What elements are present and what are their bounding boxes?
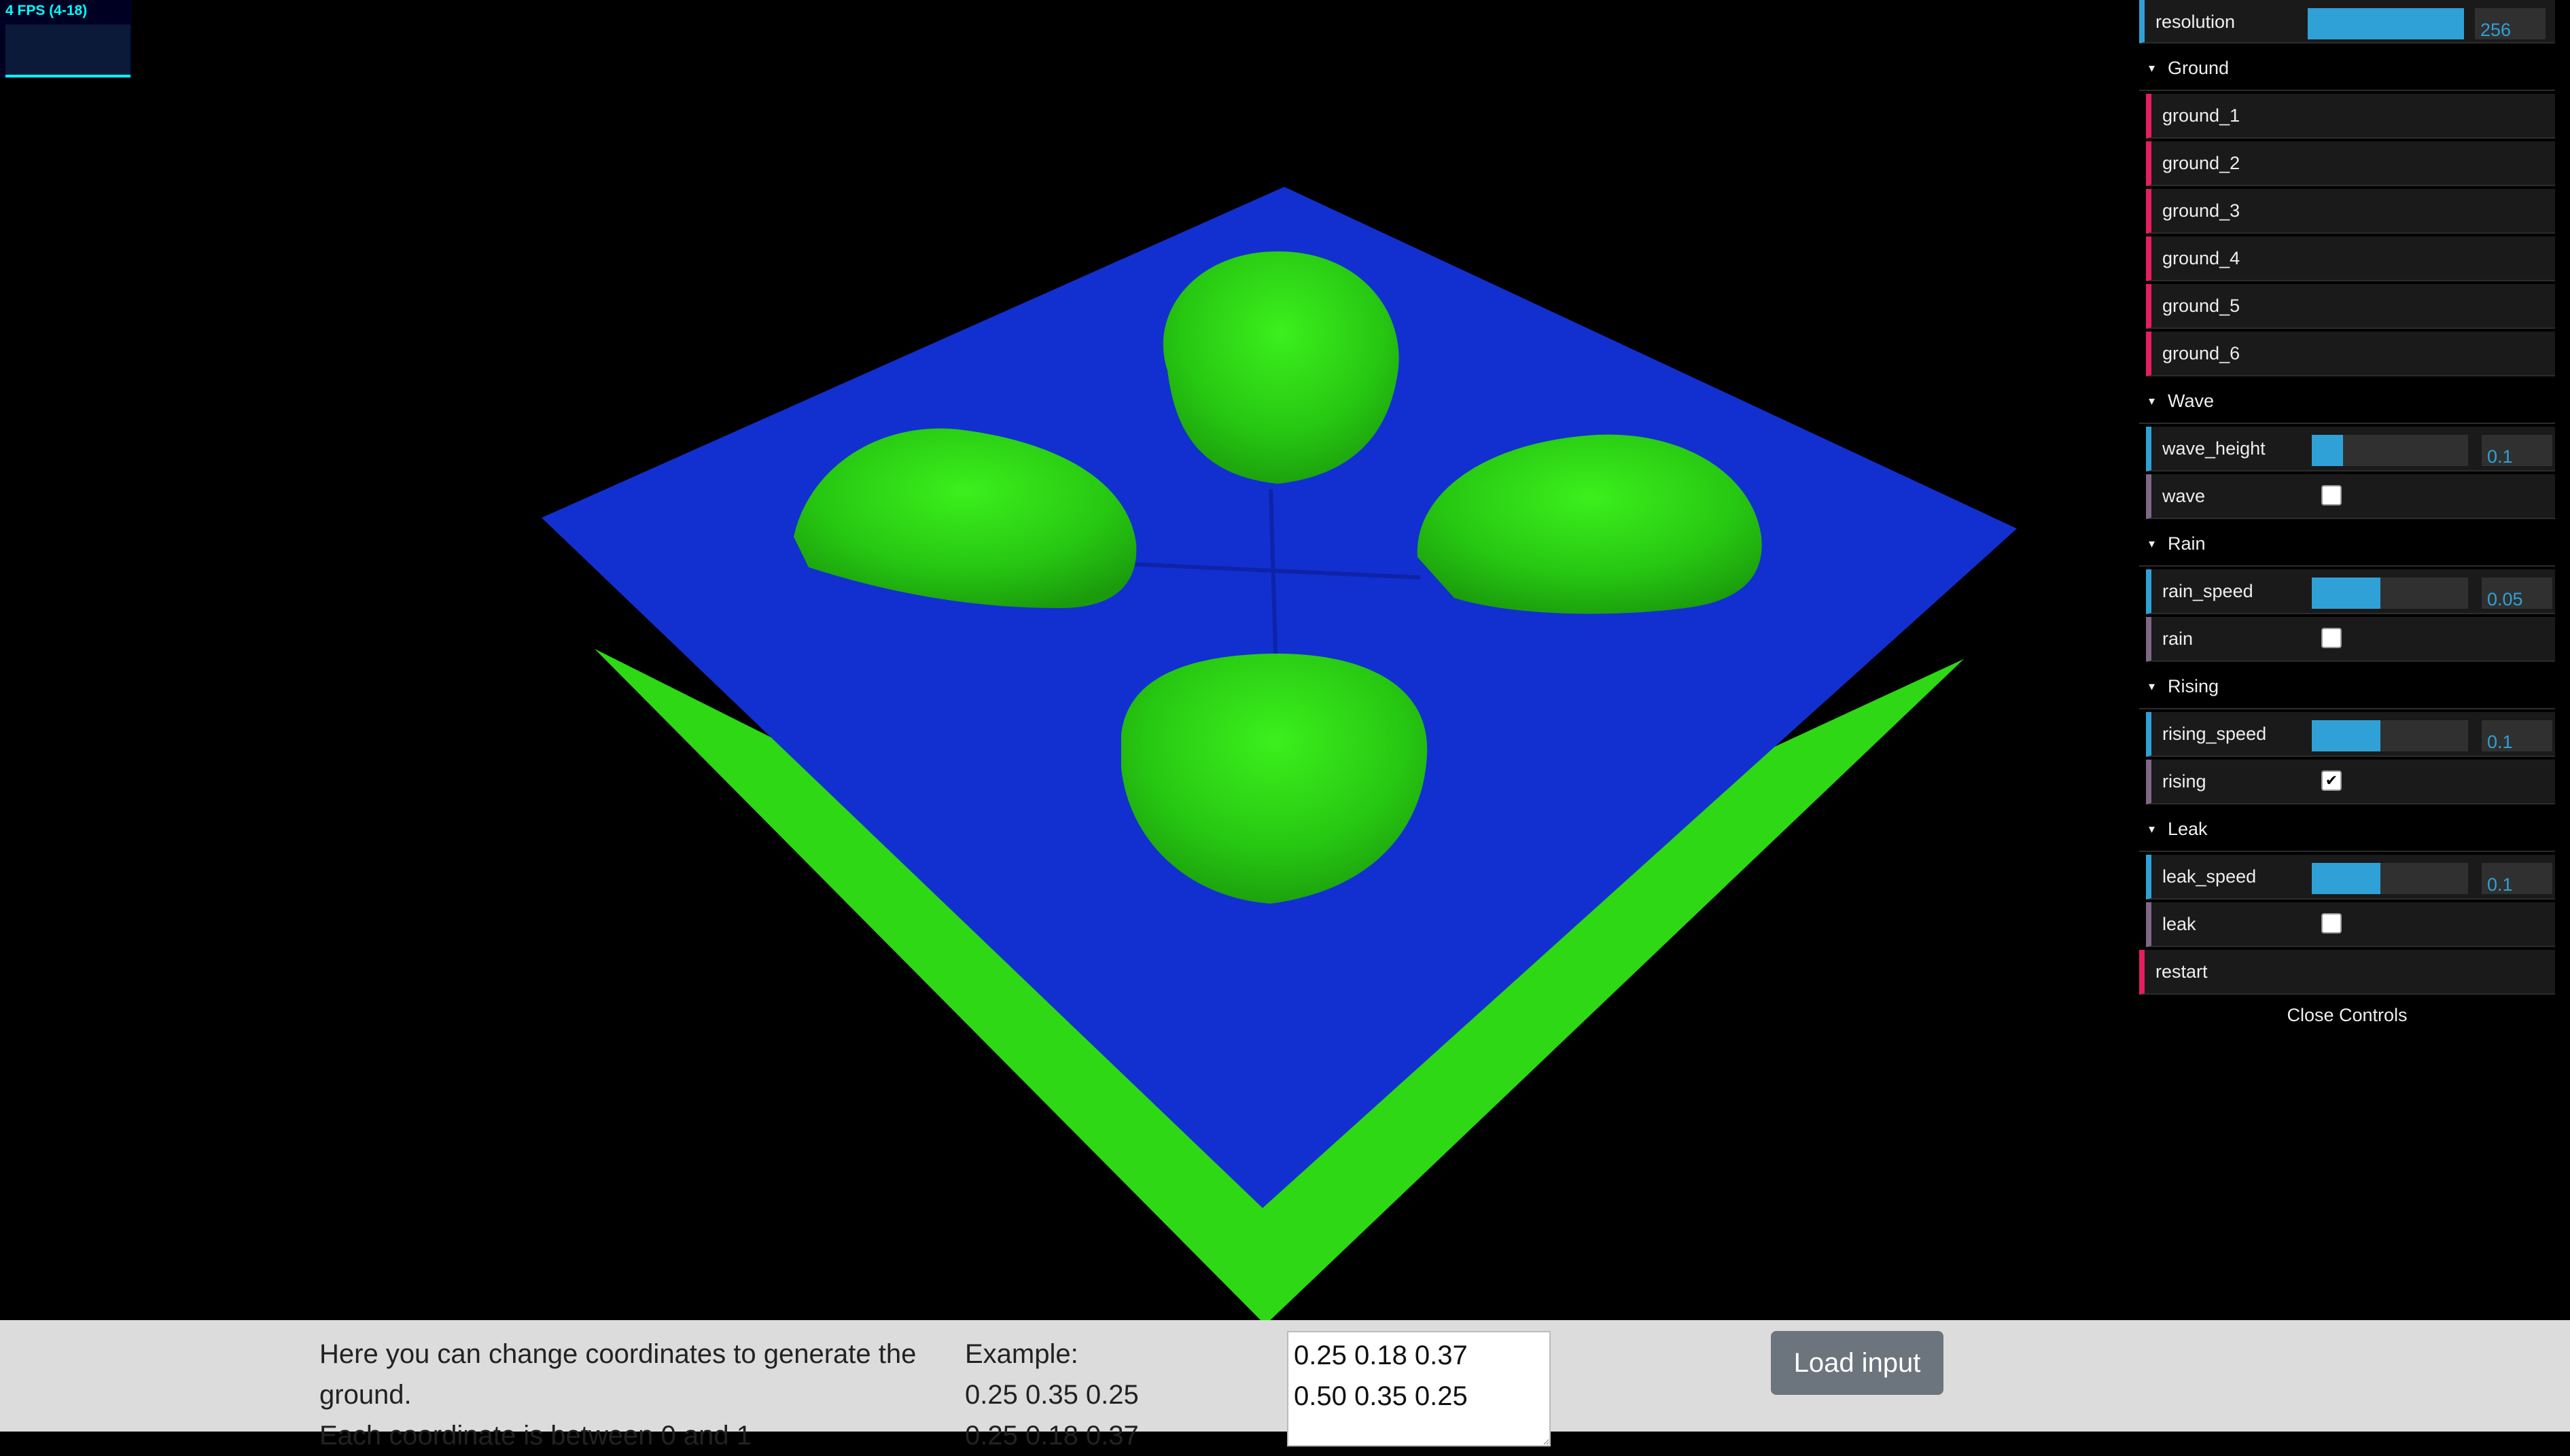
ground-2-button[interactable]: ground_2 <box>2146 141 2555 186</box>
chevron-down-icon: ▾ <box>2149 822 2155 836</box>
folder-rain-title: Rain <box>2168 533 2206 554</box>
rising-speed-control[interactable]: rising_speed 0.1 <box>2146 712 2555 757</box>
folder-rising[interactable]: ▾ Rising <box>2139 664 2555 709</box>
rising-speed-slider-fill <box>2312 720 2381 751</box>
wave-height-value[interactable]: 0.1 <box>2482 435 2552 467</box>
fps-stats-panel[interactable]: 4 FPS (4-18) <box>0 0 132 78</box>
rising-toggle-label: rising <box>2162 771 2206 792</box>
folder-wave[interactable]: ▾ Wave <box>2139 379 2555 424</box>
leak-speed-value[interactable]: 0.1 <box>2482 863 2552 895</box>
ground-1-label: ground_1 <box>2162 105 2240 126</box>
leak-checkbox[interactable] <box>2321 913 2342 934</box>
fps-graph <box>5 24 130 77</box>
rain-speed-slider-fill <box>2312 578 2381 609</box>
instructions-line: Each coordinate is between 0 and 1 <box>319 1421 752 1451</box>
resolution-value[interactable]: 256 <box>2475 8 2546 40</box>
folder-rising-title: Rising <box>2168 676 2219 696</box>
leak-toggle-label: leak <box>2162 914 2196 934</box>
ground-3-button[interactable]: ground_3 <box>2146 189 2555 234</box>
wave-height-control[interactable]: wave_height 0.1 <box>2146 427 2555 472</box>
rain-speed-value[interactable]: 0.05 <box>2482 578 2552 609</box>
chevron-down-icon: ▾ <box>2149 394 2155 408</box>
example-line: 0.25 0.18 0.37 <box>965 1421 1139 1451</box>
coordinate-input-bar: Here you can change coordinates to gener… <box>0 1320 2570 1451</box>
ground-5-button[interactable]: ground_5 <box>2146 284 2555 329</box>
rising-speed-label: rising_speed <box>2162 724 2267 744</box>
close-controls-button[interactable]: Close Controls <box>2139 997 2555 1033</box>
restart-button[interactable]: restart <box>2139 950 2555 995</box>
example-text: Example: 0.25 0.35 0.25 0.25 0.18 0.37 <box>965 1334 1250 1456</box>
leak-speed-slider[interactable] <box>2312 863 2468 894</box>
wave-toggle-label: wave <box>2162 486 2206 506</box>
chevron-down-icon: ▾ <box>2149 679 2155 693</box>
chevron-down-icon: ▾ <box>2149 61 2155 75</box>
rising-speed-slider[interactable] <box>2312 720 2468 751</box>
folder-ground-title: Ground <box>2168 58 2230 78</box>
rain-speed-label: rain_speed <box>2162 581 2253 601</box>
example-line: Example: <box>965 1339 1078 1369</box>
folder-rain[interactable]: ▾ Rain <box>2139 522 2555 567</box>
wave-height-slider[interactable] <box>2312 435 2468 466</box>
ground-4-button[interactable]: ground_4 <box>2146 236 2555 281</box>
rain-toggle-label: rain <box>2162 628 2194 649</box>
instructions-text: Here you can change coordinates to gener… <box>319 1334 965 1456</box>
ground-4-label: ground_4 <box>2162 248 2240 268</box>
wave-height-slider-fill <box>2312 435 2343 466</box>
resolution-slider-fill <box>2308 8 2464 39</box>
folder-leak-title: Leak <box>2168 819 2208 839</box>
folder-leak[interactable]: ▾ Leak <box>2139 807 2555 852</box>
folder-wave-title: Wave <box>2168 391 2215 411</box>
ground-3-label: ground_3 <box>2162 200 2240 221</box>
resolution-control[interactable]: resolution 256 <box>2139 0 2555 43</box>
rain-checkbox[interactable] <box>2321 628 2342 648</box>
restart-label: restart <box>2155 961 2208 982</box>
chevron-down-icon: ▾ <box>2149 537 2155 550</box>
resolution-label: resolution <box>2155 12 2236 32</box>
folder-ground[interactable]: ▾ Ground <box>2139 46 2555 91</box>
rain-speed-slider[interactable] <box>2312 578 2468 609</box>
instructions-line: Here you can change coordinates to gener… <box>319 1339 917 1369</box>
ground-2-label: ground_2 <box>2162 153 2240 173</box>
ground-6-button[interactable]: ground_6 <box>2146 332 2555 376</box>
leak-speed-control[interactable]: leak_speed 0.1 <box>2146 855 2555 900</box>
controls-panel: resolution 256 ▾ Ground ground_1 ground_… <box>2139 0 2555 1033</box>
ground-1-button[interactable]: ground_1 <box>2146 94 2555 139</box>
instructions-line: ground. <box>319 1380 412 1410</box>
wave-checkbox[interactable] <box>2321 485 2342 505</box>
rising-checkbox[interactable]: ✔ <box>2321 770 2342 791</box>
fps-readout: 4 FPS (4-18) <box>5 3 88 18</box>
rain-toggle-row[interactable]: rain <box>2146 617 2555 662</box>
rising-toggle-row[interactable]: rising ✔ <box>2146 760 2555 804</box>
ground-6-label: ground_6 <box>2162 343 2240 363</box>
wave-toggle-row[interactable]: wave <box>2146 474 2555 519</box>
example-line: 0.25 0.35 0.25 <box>965 1380 1139 1410</box>
coordinates-textarea[interactable]: 0.25 0.18 0.37 0.50 0.35 0.25 <box>1287 1331 1551 1446</box>
resolution-slider[interactable] <box>2308 8 2464 39</box>
rain-speed-control[interactable]: rain_speed 0.05 <box>2146 569 2555 614</box>
leak-speed-slider-fill <box>2312 863 2381 894</box>
rising-speed-value[interactable]: 0.1 <box>2482 720 2552 752</box>
load-input-button[interactable]: Load input <box>1771 1331 1943 1395</box>
leak-speed-label: leak_speed <box>2162 866 2257 887</box>
ground-5-label: ground_5 <box>2162 296 2240 316</box>
leak-toggle-row[interactable]: leak <box>2146 902 2555 947</box>
wave-height-label: wave_height <box>2162 438 2266 459</box>
